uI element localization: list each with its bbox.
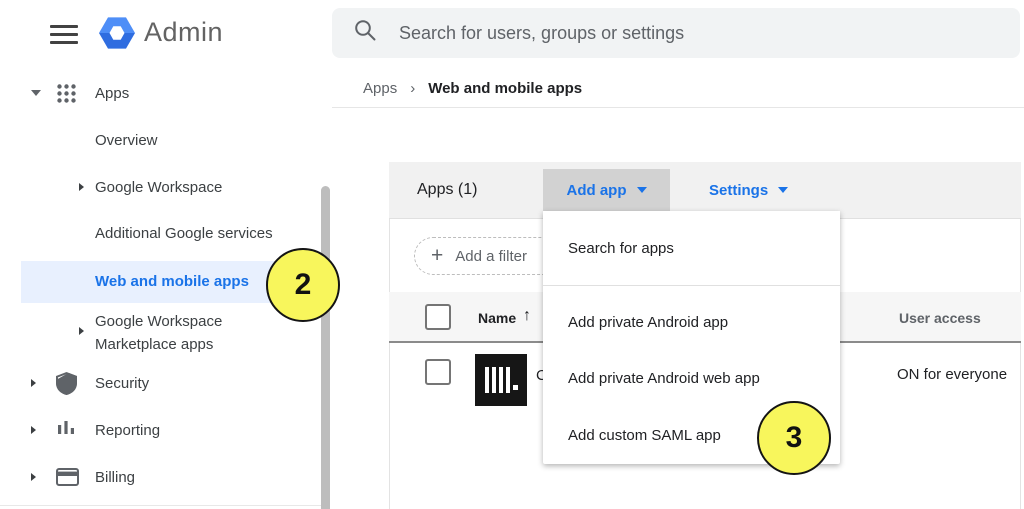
breadcrumb-apps-link[interactable]: Apps — [363, 80, 397, 97]
sidebar-item-web-and-mobile-apps[interactable]: Web and mobile apps — [95, 273, 249, 290]
search-placeholder: Search for users, groups or settings — [399, 23, 684, 44]
sidebar-bottom-divider — [0, 505, 330, 506]
sort-ascending-arrow-icon[interactable]: ↑ — [523, 307, 531, 325]
bar-chart-icon — [57, 419, 75, 441]
app-logo-icon — [475, 354, 527, 406]
select-all-checkbox[interactable] — [425, 304, 451, 330]
apps-grid-icon — [56, 83, 77, 109]
credit-card-icon — [56, 468, 79, 491]
settings-chevron-down-icon — [778, 187, 788, 193]
name-column-header[interactable]: Name — [478, 310, 516, 326]
marketplace-apps-label-line1: Google Workspace — [95, 310, 222, 333]
marketplace-apps-chevron-right-icon[interactable] — [79, 327, 84, 335]
sidebar-item-security[interactable]: Security — [95, 375, 149, 392]
add-filter-label: Add a filter — [455, 248, 527, 265]
apps-count-title: Apps (1) — [417, 181, 477, 199]
breadcrumb-divider — [332, 107, 1024, 108]
google-admin-logo-icon — [97, 13, 137, 58]
reporting-chevron-right-icon[interactable] — [31, 426, 36, 434]
menu-item-add-private-android-web-app[interactable]: Add private Android web app — [543, 350, 840, 406]
sidebar-item-google-workspace[interactable]: Google Workspace — [95, 179, 222, 196]
menu-hamburger-icon[interactable] — [50, 25, 78, 49]
sidebar-scrollbar[interactable] — [321, 186, 330, 509]
menu-divider — [543, 285, 840, 286]
plus-icon: + — [431, 244, 443, 268]
user-access-cell: ON for everyone — [897, 366, 1007, 383]
annotation-step-2-badge: 2 — [266, 248, 340, 322]
row-checkbox[interactable] — [425, 359, 451, 385]
shield-icon — [56, 372, 77, 400]
sidebar-item-overview[interactable]: Overview — [95, 132, 158, 149]
add-app-button-label: Add app — [567, 182, 627, 199]
billing-chevron-right-icon[interactable] — [31, 473, 36, 481]
sidebar-item-marketplace-apps[interactable]: Google Workspace Marketplace apps — [95, 310, 222, 356]
google-workspace-chevron-right-icon[interactable] — [79, 183, 84, 191]
apps-expand-chevron-down-icon[interactable] — [31, 90, 41, 96]
add-app-button[interactable]: Add app — [543, 169, 670, 211]
brand-title: Admin — [144, 17, 223, 48]
menu-item-search-for-apps[interactable]: Search for apps — [543, 211, 840, 285]
breadcrumb-current: Web and mobile apps — [428, 80, 582, 97]
sidebar-item-additional-google-services[interactable]: Additional Google services — [95, 225, 273, 242]
sidebar-item-apps[interactable]: Apps — [95, 85, 129, 102]
security-chevron-right-icon[interactable] — [31, 379, 36, 387]
settings-button-label: Settings — [709, 182, 768, 199]
annotation-step-3-badge: 3 — [757, 401, 831, 475]
settings-button[interactable]: Settings — [697, 169, 800, 211]
search-input[interactable]: Search for users, groups or settings — [332, 8, 1020, 58]
marketplace-apps-label-line2: Marketplace apps — [95, 333, 222, 356]
sidebar-item-reporting[interactable]: Reporting — [95, 422, 160, 439]
menu-item-add-private-android-app[interactable]: Add private Android app — [543, 294, 840, 350]
sidebar-item-billing[interactable]: Billing — [95, 469, 135, 486]
user-access-column-header: User access — [899, 310, 981, 326]
breadcrumb: Apps › Web and mobile apps — [363, 80, 582, 97]
breadcrumb-separator: › — [410, 80, 415, 97]
search-icon — [354, 19, 377, 47]
add-app-chevron-down-icon — [637, 187, 647, 193]
